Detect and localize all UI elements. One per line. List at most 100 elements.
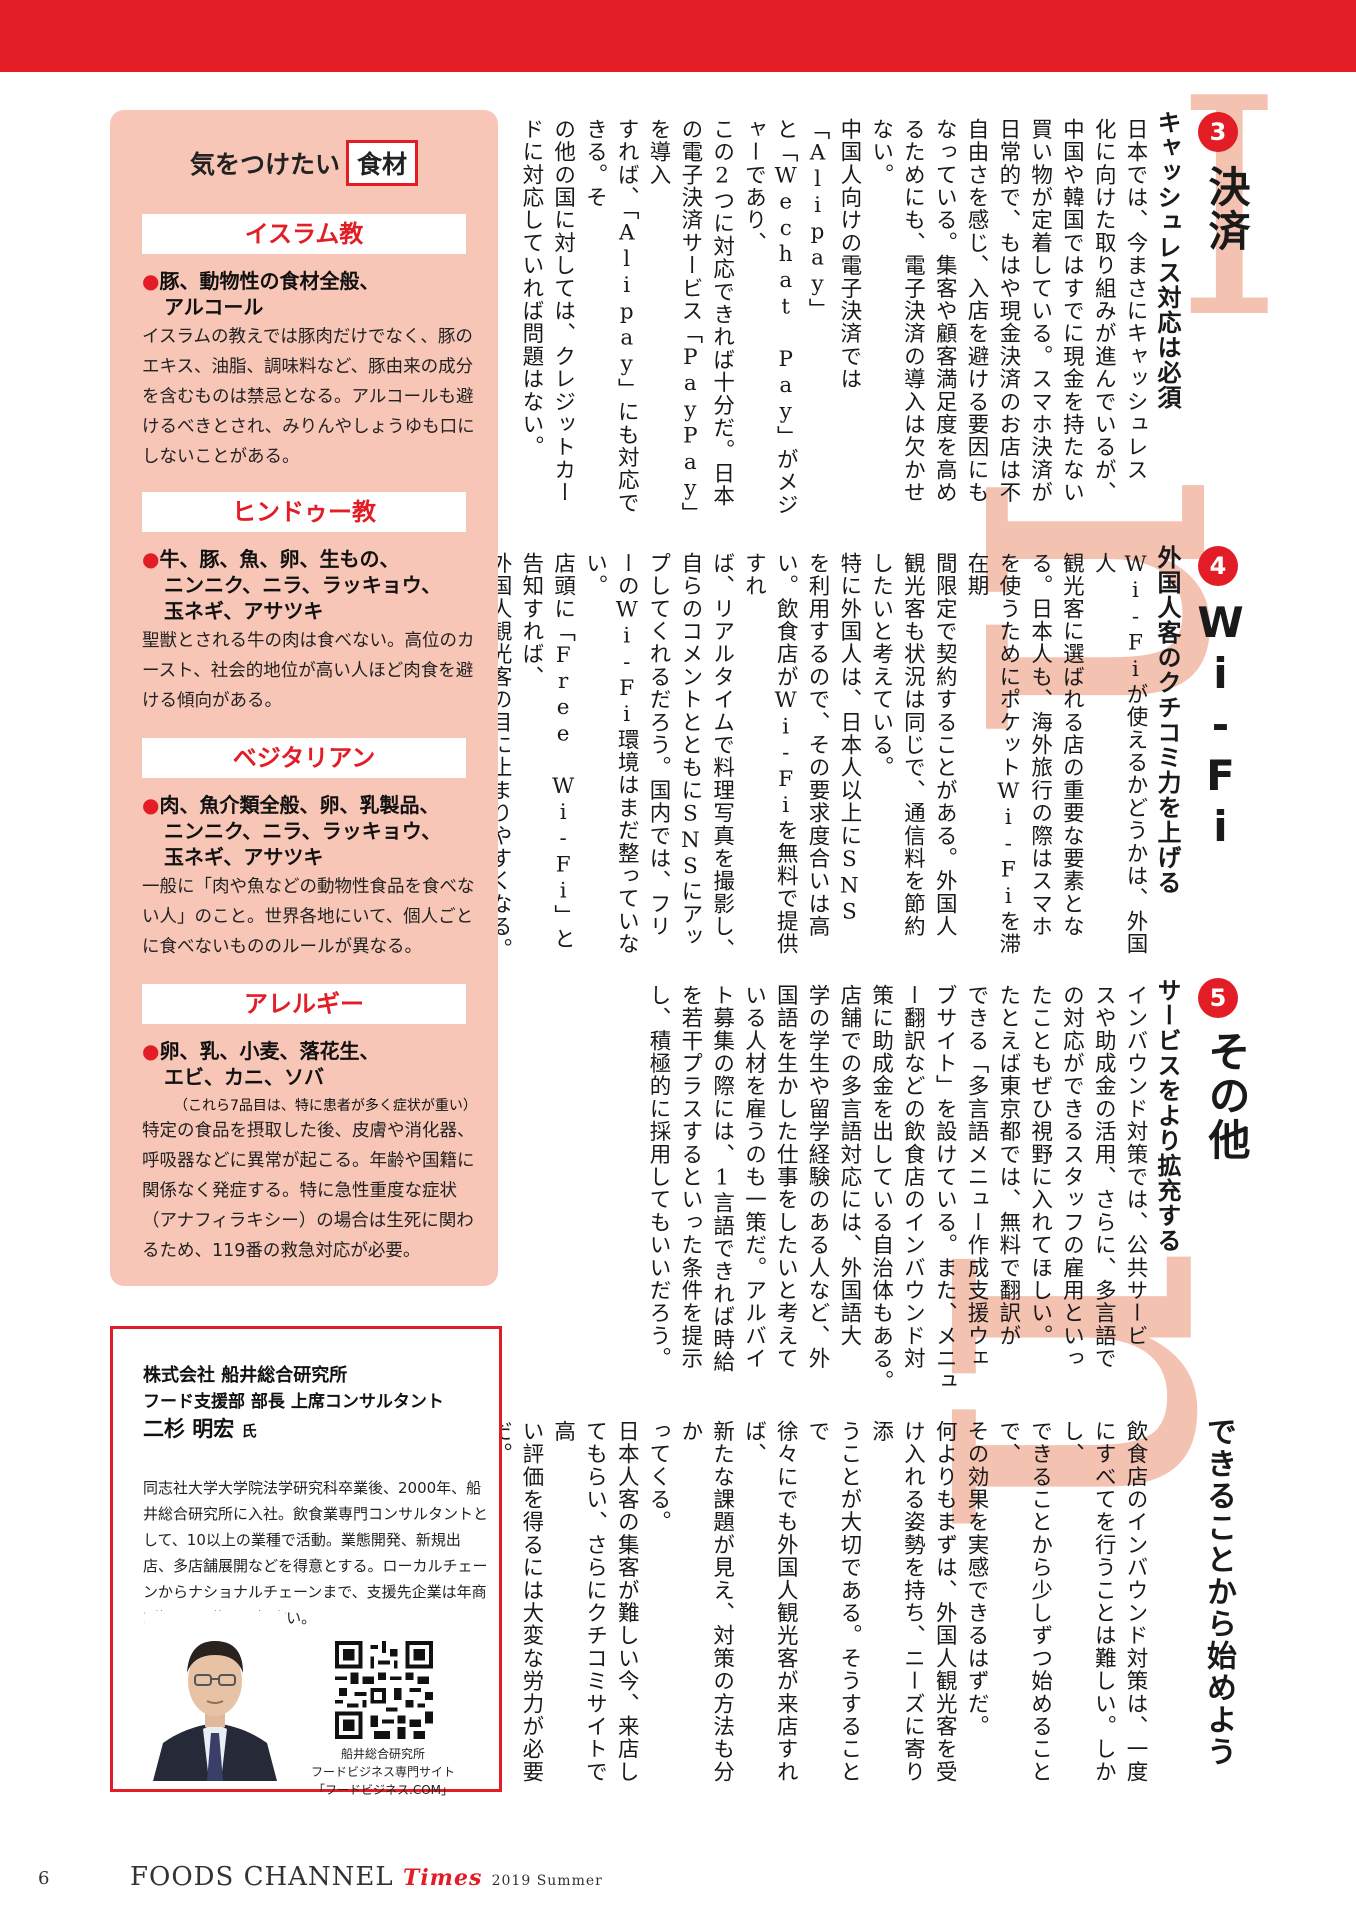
text-line: いる人材を雇うのも一策だ。アルバイ bbox=[741, 984, 767, 1370]
note-islam: イスラムの教えでは豚肉だけでなく、豚のエキス、油脂、調味料など、豚由来の成分を含… bbox=[142, 327, 475, 467]
text-line: 国語を生かした仕事をしたいと考えて bbox=[773, 984, 799, 1370]
magazine-title-italic: Times bbox=[402, 1865, 483, 1891]
band-vegetarian: ベジタリアン bbox=[142, 738, 466, 778]
text-line: インバウンド対策では、公共サービ bbox=[1123, 984, 1148, 1348]
qr-code-icon[interactable] bbox=[335, 1641, 433, 1739]
band-allergy: アレルギー bbox=[142, 984, 466, 1024]
text-line: にすべてを行うことは難しい。しかし、 bbox=[1059, 1420, 1117, 1784]
top-red-bar bbox=[0, 0, 1356, 72]
text-line: 中国や韓国ではすでに現金を持たない bbox=[1059, 118, 1085, 504]
author-bio: 同志社大学大学院法学研究科卒業後、2000年、船井総合研究所に入社。飲食業専門コ… bbox=[143, 1479, 489, 1627]
author-name-text: 二杉 明宏 bbox=[143, 1417, 235, 1441]
section-title-wifi: Wi-Fi bbox=[1196, 598, 1245, 853]
text-line: 買い物が定着している。スマホ決済が bbox=[1027, 118, 1053, 504]
food-line: 牛、豚、魚、卵、生もの、 bbox=[159, 547, 400, 571]
text-line: を若干プラスするといった条件を提示 bbox=[677, 984, 703, 1370]
text-line: 新たな課題が見え、対策の方法も分か bbox=[677, 1420, 735, 1784]
text-line: スや助成金の活用、さらに、多言語で bbox=[1091, 984, 1117, 1370]
text-line: る。日本人も、海外旅行の際はスマホ bbox=[1027, 552, 1053, 938]
food-line: 豚、動物性の食材全般、 bbox=[159, 269, 380, 293]
text-line: ブサイト」を設けている。また、メニュ bbox=[932, 984, 958, 1393]
text-line: うことが大切である。そうすることで bbox=[805, 1420, 862, 1784]
text-line: 特に外国人は、日本人以上にSNS bbox=[836, 552, 862, 926]
qr-caption-line: 「フードビジネス.COM」 bbox=[313, 1783, 453, 1797]
text-line: てもらい、さらにクチコミサイトで高 bbox=[550, 1420, 608, 1784]
text-line: したいと考えている。 bbox=[868, 552, 894, 779]
magazine-name: FOODS CHANNEL Times 2019 Summer bbox=[130, 1862, 603, 1892]
bullet-icon: ● bbox=[142, 269, 160, 293]
text-line: 徐々にでも外国人観光客が来店すれば、 bbox=[741, 1420, 799, 1784]
author-title: フード支援部 部長 上席コンサルタント bbox=[143, 1392, 444, 1412]
text-line: この2つに対応できれば十分だ。日本 bbox=[709, 118, 735, 508]
section-number-5: 5 bbox=[1198, 978, 1238, 1018]
section-body-other: インバウンド対策では、公共サービ スや助成金の活用、さらに、多言語で の対応ができる… bbox=[642, 984, 1151, 1394]
bullet-icon: ● bbox=[142, 793, 160, 817]
text-line: 日常的で、もはや現金決済のお店は不 bbox=[995, 118, 1021, 504]
text-line: プしてくれるだろう。国内では、フリ bbox=[646, 552, 672, 938]
foods-vegetarian: ●肉、魚介類全般、卵、乳製品、 ニンニク、ニラ、ラッキョウ、 玉ネギ、アサツキ bbox=[142, 792, 482, 870]
text-line: 観光客に選ばれる店の重要な要素とな bbox=[1059, 552, 1085, 938]
text-line: Wi-Fiが使えるかどうかは、外国人 bbox=[1091, 552, 1148, 956]
section-body-payment: 日本では、今まさにキャッシュレス 化に向けた取り組みが進んでいるが、 中国や韓国では… bbox=[515, 118, 1151, 528]
text-line: と「Wechat Pay」がメジャーであり、 bbox=[741, 118, 799, 517]
text-line: できる「多言語メニュー作成支援ウェ bbox=[964, 984, 990, 1370]
text-line: 日本人客の集客が難しい今、来店し bbox=[614, 1420, 640, 1784]
text-line: 何よりもまずは、外国人観光客を受 bbox=[932, 1420, 958, 1784]
author-photo bbox=[145, 1611, 285, 1781]
section-title-other: その他 bbox=[1202, 1030, 1251, 1162]
text-line: 店頭に「Free Wi-Fi」と告知すれば、 bbox=[518, 552, 576, 951]
text-line: 策に助成金を出している自治体もある。 bbox=[868, 984, 894, 1393]
text-line: できることから少しずつ始めることで、 bbox=[995, 1420, 1053, 1784]
author-profile-box: 株式会社 船井総合研究所 フード支援部 部長 上席コンサルタント 二杉 明宏 氏… bbox=[110, 1326, 502, 1797]
text-line: すれば、「Alipay」にも対応できる。そ bbox=[582, 118, 640, 515]
band-islam: イスラム教 bbox=[142, 214, 466, 254]
section-number-4: 4 bbox=[1198, 546, 1238, 586]
qr-caption-line: フードビジネス専門サイト bbox=[310, 1765, 455, 1779]
text-line: その効果を実感できるはずだ。 bbox=[964, 1420, 990, 1738]
food-line: ニンニク、ニラ、ラッキョウ、 bbox=[164, 573, 442, 597]
text-line: 学の学生や留学経験のある人など、外 bbox=[805, 984, 831, 1370]
note-vegetarian: 一般に「肉や魚などの動物性食品を食べない人」のこと。世界各地にいて、個人ごとに食… bbox=[142, 877, 475, 957]
text-line: を利用するので、その要求度合いは高 bbox=[805, 552, 831, 938]
section-subtitle-other: サービスをより拡充する bbox=[1153, 978, 1181, 1253]
company-name: 株式会社 船井総合研究所 bbox=[143, 1365, 348, 1386]
text-line: 自由さを感じ、入店を避ける要因にも bbox=[964, 118, 990, 504]
text-line: 化に向けた取り組みが進んでいるが、 bbox=[1091, 118, 1117, 504]
text-line: 飲食店のインバウンド対策は、一度 bbox=[1123, 1420, 1148, 1784]
text-line: ーのWi-Fi環境はまだ整っていない。 bbox=[582, 552, 640, 956]
text-line: ば、リアルタイムで料理写真を撮影し、 bbox=[709, 552, 735, 961]
sidebar-heading-boxed: 食材 bbox=[346, 140, 419, 186]
qr-caption: 船井総合研究所 フードビジネス専門サイト 「フードビジネス.COM」 bbox=[303, 1745, 463, 1799]
text-line: ー翻訳などの飲食店のインバウンド対 bbox=[900, 984, 926, 1370]
magazine-title: FOODS CHANNEL bbox=[130, 1862, 394, 1892]
section-subtitle-payment: キャッシュレス対応は必須 bbox=[1153, 110, 1181, 410]
section-title-payment: 決済 bbox=[1202, 165, 1251, 253]
text-line: 中国人向けの電子決済では「Alipay」 bbox=[805, 118, 862, 391]
text-line: の他の国に対しては、クレジットカー bbox=[550, 118, 576, 504]
food-line: 肉、魚介類全般、卵、乳製品、 bbox=[159, 793, 440, 817]
food-line: 玉ネギ、アサツキ bbox=[164, 599, 324, 623]
text-line: ない。 bbox=[868, 118, 894, 187]
text-line: い。飲食店がWi-Fiを無料で提供すれ bbox=[741, 552, 799, 956]
text-line: たとえば東京都では、無料で翻訳が bbox=[995, 984, 1021, 1348]
note-hindu: 聖獣とされる牛の肉は食べない。高位のカースト、社会的地位が高い人ほど肉食を避ける… bbox=[142, 631, 475, 711]
foods-hindu: ●牛、豚、魚、卵、生もの、 ニンニク、ニラ、ラッキョウ、 玉ネギ、アサツキ bbox=[142, 546, 482, 624]
bullet-icon: ● bbox=[142, 1039, 160, 1063]
text-line: なっている。集客や顧客満足度を高め bbox=[932, 118, 958, 504]
text-line: ドに対応していれば問題はない。 bbox=[518, 118, 544, 459]
sidebar-heading-prefix: 気をつけたい bbox=[189, 150, 340, 179]
text-line: 日本では、今まさにキャッシュレス bbox=[1123, 118, 1148, 482]
text-line: の対応ができるスタッフの雇用といっ bbox=[1059, 984, 1085, 1370]
foods-allergy: ●卵、乳、小麦、落花生、 エビ、カニ、ソバ （これら7品目は、特に患者が多く症状… bbox=[142, 1038, 482, 1119]
band-hindu: ヒンドゥー教 bbox=[142, 492, 466, 532]
text-line: 店舗での多言語対応には、外国語大 bbox=[836, 984, 862, 1348]
page-number: 6 bbox=[38, 1868, 50, 1889]
food-line: 玉ネギ、アサツキ bbox=[164, 845, 324, 869]
text-line: し、積極的に採用してもいいだろう。 bbox=[646, 984, 672, 1370]
food-line: エビ、カニ、ソバ bbox=[164, 1065, 324, 1089]
author-honorific: 氏 bbox=[241, 1422, 257, 1440]
text-line: け入れる姿勢を持ち、ニーズに寄り添 bbox=[868, 1420, 926, 1784]
sidebar-heading: 気をつけたい 食材 bbox=[110, 140, 498, 186]
food-line: アルコール bbox=[164, 295, 264, 319]
qr-caption-line: 船井総合研究所 bbox=[340, 1747, 425, 1761]
